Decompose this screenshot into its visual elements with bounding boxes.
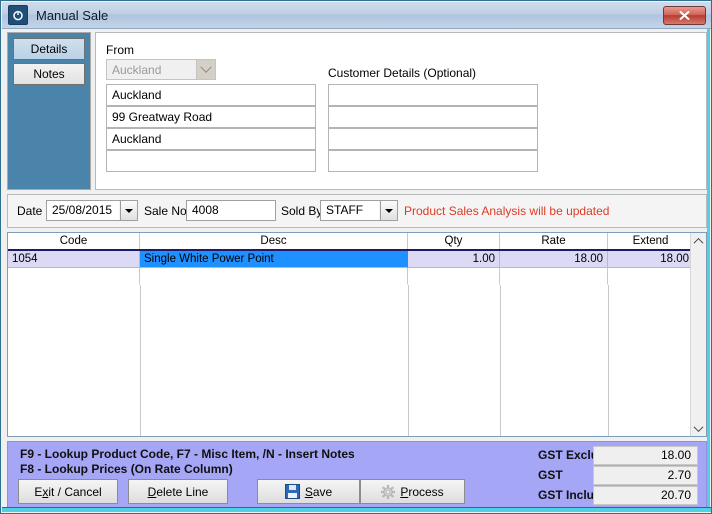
- grid-vertical-scrollbar[interactable]: [690, 233, 706, 436]
- exit-cancel-button[interactable]: Exit / Cancel: [18, 479, 118, 504]
- scroll-down-button[interactable]: [691, 420, 706, 436]
- cell-rate[interactable]: [500, 268, 608, 285]
- chevron-down-icon: [693, 421, 704, 432]
- address-panel: From Auckland Auckland 99 Greatway Road …: [95, 32, 707, 190]
- cell-qty[interactable]: [408, 268, 500, 285]
- table-row[interactable]: 1054 Single White Power Point 1.00 18.00…: [8, 251, 693, 268]
- sold-by-select[interactable]: STAFF: [320, 200, 398, 221]
- shortcut-hint-line-1: F9 - Lookup Product Code, F7 - Misc Item…: [20, 447, 355, 461]
- customer-line-1[interactable]: [328, 84, 538, 106]
- table-row[interactable]: [8, 268, 693, 285]
- from-line-1[interactable]: Auckland: [106, 84, 316, 106]
- title-bar: Manual Sale: [2, 2, 711, 29]
- date-picker[interactable]: 25/08/2015: [46, 200, 138, 221]
- sale-no-label: Sale No.: [144, 204, 191, 218]
- analysis-status-text: Product Sales Analysis will be updated: [404, 204, 610, 218]
- column-divider: [608, 285, 609, 436]
- customer-line-3[interactable]: [328, 128, 538, 150]
- delete-line-label: Delete Line: [147, 484, 209, 499]
- cell-rate[interactable]: 18.00: [500, 251, 608, 268]
- floppy-disk-icon: [284, 484, 300, 499]
- column-header-extend[interactable]: Extend: [608, 233, 693, 249]
- process-button[interactable]: Process: [360, 479, 465, 504]
- sidebar-item-notes[interactable]: Notes: [13, 63, 85, 85]
- sold-by-value: STAFF: [326, 203, 364, 217]
- grid-body: 1054 Single White Power Point 1.00 18.00…: [8, 251, 706, 436]
- manual-sale-window: Manual Sale Details Notes From Auckland …: [0, 0, 712, 514]
- footer-panel: F9 - Lookup Product Code, F7 - Misc Item…: [7, 441, 707, 508]
- chevron-down-icon[interactable]: [379, 201, 397, 220]
- window-title: Manual Sale: [36, 7, 109, 23]
- window-right-accent: [707, 29, 710, 508]
- from-line-2[interactable]: 99 Greatway Road: [106, 106, 316, 128]
- from-branch-value: Auckland: [112, 62, 162, 77]
- cell-desc[interactable]: Single White Power Point: [140, 251, 408, 268]
- column-divider: [500, 285, 501, 436]
- sale-no-input[interactable]: 4008: [186, 200, 276, 221]
- line-items-grid: Code Desc Qty Rate Extend 1054 Single Wh…: [7, 232, 707, 437]
- cell-code[interactable]: 1054: [8, 251, 140, 268]
- cell-extend[interactable]: 18.00: [608, 251, 693, 268]
- process-label: Process: [400, 484, 444, 499]
- from-line-3[interactable]: Auckland: [106, 128, 316, 150]
- customer-line-2[interactable]: [328, 106, 538, 128]
- window-bottom-accent: [2, 507, 711, 512]
- gst-value: 2.70: [593, 466, 698, 485]
- column-divider: [408, 285, 409, 436]
- save-button[interactable]: Save: [257, 479, 360, 504]
- save-label: Save: [304, 484, 333, 499]
- column-header-code[interactable]: Code: [8, 233, 140, 249]
- date-label: Date: [17, 204, 43, 218]
- exit-cancel-label: Exit / Cancel: [34, 484, 102, 499]
- sidebar-item-details[interactable]: Details: [13, 38, 85, 60]
- cell-qty[interactable]: 1.00: [408, 251, 500, 268]
- shortcut-hint-line-2: F8 - Lookup Prices (On Rate Column): [20, 462, 233, 476]
- close-button[interactable]: [663, 6, 706, 25]
- sold-by-label: Sold By: [281, 204, 323, 218]
- customer-details-label: Customer Details (Optional): [328, 66, 477, 80]
- grid-header-row: Code Desc Qty Rate Extend: [8, 233, 706, 251]
- column-header-qty[interactable]: Qty: [408, 233, 500, 249]
- customer-line-4[interactable]: [328, 150, 538, 172]
- from-branch-select[interactable]: Auckland: [106, 59, 216, 80]
- delete-line-button[interactable]: Delete Line: [128, 479, 228, 504]
- gst-inclusive-value: 20.70: [593, 486, 698, 505]
- gear-icon: [381, 484, 396, 499]
- date-value: 25/08/2015: [52, 203, 113, 217]
- column-divider: [140, 285, 141, 436]
- cell-extend[interactable]: [608, 268, 693, 285]
- chevron-down-icon: [196, 60, 215, 79]
- chevron-up-icon: [693, 237, 704, 248]
- column-header-rate[interactable]: Rate: [500, 233, 608, 249]
- chevron-down-icon[interactable]: [119, 201, 137, 220]
- gst-exclusive-value: 18.00: [593, 446, 698, 465]
- scroll-up-button[interactable]: [691, 233, 706, 249]
- sale-header-strip: Date 25/08/2015 Sale No. 4008 Sold By ST…: [7, 194, 707, 228]
- cell-code[interactable]: [8, 268, 140, 285]
- power-icon: [8, 5, 28, 25]
- column-header-desc[interactable]: Desc: [140, 233, 408, 249]
- from-label: From: [106, 43, 134, 57]
- cell-desc[interactable]: [140, 268, 408, 285]
- sidebar: Details Notes: [7, 32, 91, 190]
- from-line-4[interactable]: [106, 150, 316, 172]
